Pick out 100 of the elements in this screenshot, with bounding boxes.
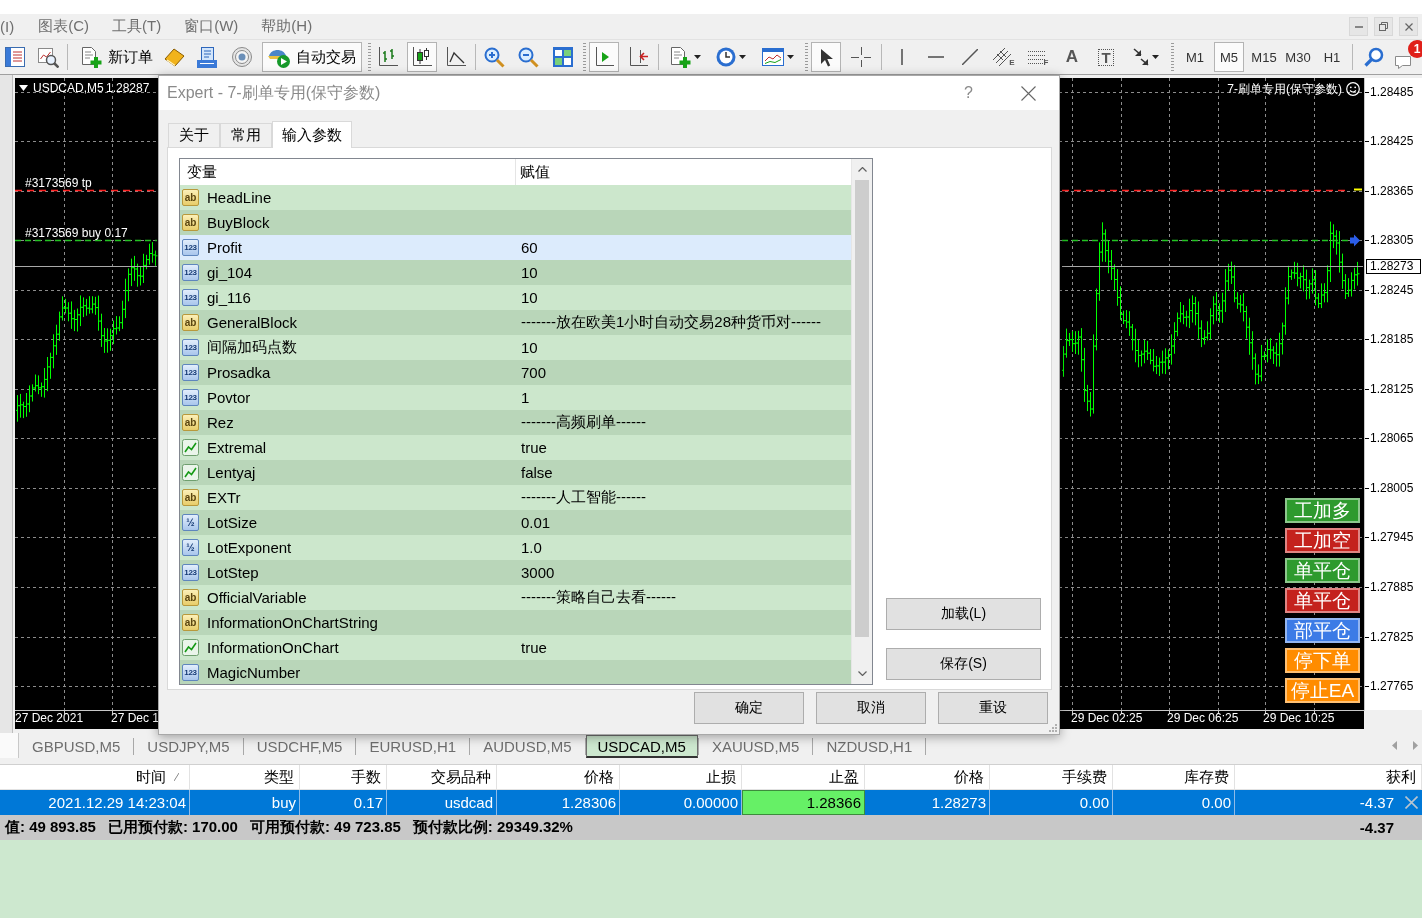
cursor-button[interactable] [811, 42, 841, 72]
timeframe-button[interactable]: M30 [1283, 42, 1313, 72]
number-type-tag: 123 [182, 339, 199, 356]
chat-button[interactable]: 1 [1391, 42, 1422, 72]
line-graph-icon [182, 439, 199, 456]
column-header: 赋值 [519, 161, 551, 182]
parameter-row[interactable]: ab Rez -------高频刷单------ [180, 410, 851, 435]
timeframe-button[interactable]: M5 [1214, 42, 1244, 72]
parameter-row[interactable]: ½ LotSize 0.01 [180, 510, 851, 535]
scrollbar-thumb[interactable] [855, 180, 869, 637]
parameter-name: Extremal [207, 439, 267, 456]
timeframe-button[interactable]: H1 [1317, 42, 1347, 72]
menu-item[interactable]: 帮助(H) [261, 17, 313, 36]
notification-badge: 1 [1408, 40, 1422, 58]
parameter-row[interactable]: 123 Povtor 1 [180, 385, 851, 410]
column-header[interactable]: 获利 [1235, 765, 1422, 789]
menu-item[interactable]: 窗口(W) [184, 17, 239, 36]
chart-tab[interactable]: XAUUSD,M5 [698, 735, 813, 758]
horizontal-line-icon [928, 56, 944, 58]
trade-button[interactable]: 部平仓 [1285, 618, 1360, 643]
cancel-button[interactable]: 取消 [816, 692, 926, 724]
trade-button[interactable]: 工加多 [1285, 498, 1360, 523]
parameter-value: true [521, 639, 547, 656]
parameter-row[interactable]: Extremal true [180, 435, 851, 460]
toolbar-handle[interactable] [1171, 43, 1174, 71]
new-order-button[interactable]: 新订单 [75, 42, 159, 72]
parameter-value: 1 [521, 389, 530, 406]
chart-tab[interactable]: USDJPY,M5 [134, 735, 243, 758]
close-icon[interactable] [1405, 796, 1418, 809]
tab[interactable]: 输入参数 [272, 121, 352, 148]
number-type-tag: 123 [182, 239, 199, 256]
column-header[interactable]: 手数 [300, 765, 387, 789]
label-button[interactable]: T [1091, 42, 1121, 72]
timeframe-button[interactable]: M15 [1249, 42, 1279, 72]
column-header[interactable]: 价格 [497, 765, 620, 789]
parameter-row[interactable]: 123 LotStep 3000 [180, 560, 851, 585]
column-header[interactable]: 交易品种 [387, 765, 497, 789]
parameter-row[interactable]: ½ LotExponent 1.0 [180, 535, 851, 560]
tab[interactable]: 常用 [220, 123, 272, 147]
save-button[interactable]: 保存(S) [886, 648, 1041, 680]
chart-tab[interactable]: GBPUSD,M5 [19, 735, 134, 758]
close-button[interactable] [1399, 17, 1418, 36]
restore-button[interactable] [1374, 17, 1393, 36]
parameter-row[interactable]: ab BuyBlock [180, 210, 851, 235]
menu-item[interactable]: (I) [0, 18, 15, 35]
chart-tab[interactable]: EURUSD,H1 [356, 735, 470, 758]
candlestick-button[interactable] [407, 42, 437, 72]
load-button[interactable]: 加载(L) [886, 598, 1041, 630]
reset-button[interactable]: 重设 [938, 692, 1048, 724]
tab[interactable]: 关于 [168, 123, 220, 147]
channel-button[interactable]: E [989, 42, 1019, 72]
column-header[interactable]: 止盈 [742, 765, 865, 789]
parameter-row[interactable]: Lentyaj false [180, 460, 851, 485]
parameter-row[interactable]: 123 Profit 60 [180, 235, 851, 260]
chart-tab[interactable]: AUDUSD,M5 [470, 735, 585, 758]
trade-button[interactable]: 单平仓 [1285, 558, 1360, 583]
parameter-row[interactable]: 123 gi_116 10 [180, 285, 851, 310]
column-header[interactable]: 时间 [0, 765, 190, 789]
text-button[interactable]: A [1057, 42, 1087, 72]
auto-trading-button[interactable]: 自动交易 [262, 42, 362, 72]
parameter-row[interactable]: 123 gi_104 10 [180, 260, 851, 285]
parameter-row[interactable]: ab GeneralBlock -------放在欧美1小时自动交易28种货币对------ [180, 310, 851, 335]
column-header[interactable]: 止损 [620, 765, 742, 789]
menu-item[interactable]: 工具(T) [112, 17, 162, 36]
parameter-row[interactable]: 123 间隔加码点数 10 [180, 335, 851, 360]
column-header[interactable]: 手续费 [990, 765, 1113, 789]
parameter-value: -------高频刷单------ [521, 413, 646, 432]
menu-item[interactable]: 图表(C) [38, 17, 89, 36]
parameter-row[interactable]: InformationOnChart true [180, 635, 851, 660]
parameter-value: -------人工智能------ [521, 488, 646, 507]
trade-button[interactable]: 工加空 [1285, 528, 1360, 553]
parameter-row[interactable]: ab InformationOnChartString [180, 610, 851, 635]
parameter-value: 60 [521, 239, 538, 256]
ok-button[interactable]: 确定 [694, 692, 804, 724]
toolbar-handle[interactable] [368, 43, 371, 71]
order-row[interactable]: 2021.12.29 14:23:04 buy 0.17 usdcad 1.28306 0.00000 1.28366 1.28273 0.00 0.00 -4.37 [0, 790, 1422, 815]
parameter-value: 10 [521, 339, 538, 356]
parameter-row[interactable]: ab EXTr -------人工智能------ [180, 485, 851, 510]
parameter-row[interactable]: 123 MagicNumber [180, 660, 851, 684]
column-header[interactable]: 价格 [865, 765, 990, 789]
column-header[interactable]: 类型 [190, 765, 300, 789]
minimize-button[interactable] [1349, 17, 1368, 36]
chart-tab[interactable]: USDCAD,M5 [585, 735, 698, 758]
timeframe-button[interactable]: M1 [1180, 42, 1210, 72]
column-header[interactable]: 库存费 [1113, 765, 1235, 789]
toolbar-handle[interactable] [583, 43, 586, 71]
chart-tab[interactable]: USDCHF,M5 [243, 735, 356, 758]
auto-scroll-icon [628, 47, 648, 67]
decimal-type-tag: ½ [182, 539, 199, 556]
toolbar-handle[interactable] [805, 43, 808, 71]
chart-tab[interactable]: NZDUSD,H1 [813, 735, 926, 758]
chart-shift-button[interactable] [589, 42, 619, 72]
parameter-name: Lentyaj [207, 464, 256, 481]
parameter-row[interactable]: ab HeadLine [180, 185, 851, 210]
parameter-row[interactable]: ab OfficialVariable -------策略自己去看------ [180, 585, 851, 610]
parameter-row[interactable]: 123 Prosadka 700 [180, 360, 851, 385]
trade-button[interactable]: 单平仓 [1285, 588, 1360, 613]
scrollbar[interactable] [851, 159, 872, 684]
parameter-value: 10 [521, 289, 538, 306]
help-button[interactable]: ? [964, 84, 973, 102]
